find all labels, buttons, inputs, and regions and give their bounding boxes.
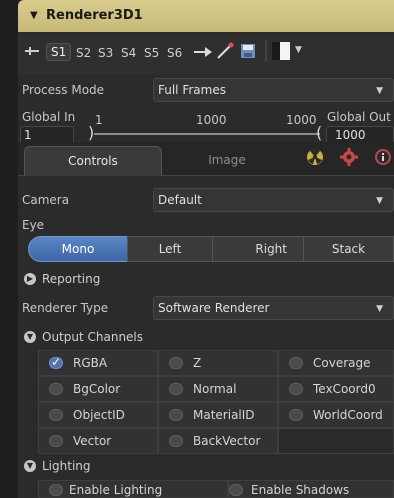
checkbox-icon (49, 383, 63, 395)
reporting-section[interactable]: ▶ Reporting (22, 272, 142, 288)
slot-s6-button[interactable]: S6 (167, 46, 182, 60)
enable-lighting-label: Enable Lighting (69, 483, 163, 497)
arrow-right-icon[interactable] (193, 45, 213, 62)
channel-coverage-checkbox[interactable]: Coverage (278, 350, 394, 376)
tab-bar: Controls Image (18, 142, 394, 176)
tab-controls[interactable]: Controls (24, 146, 162, 176)
renderer-type-label: Renderer Type (22, 301, 109, 315)
global-in-label: Global In (22, 110, 76, 124)
channel-vector-checkbox[interactable]: Vector (38, 428, 158, 454)
renderer-type-dropdown[interactable]: Software Renderer ▼ (153, 296, 394, 320)
enable-shadows-checkbox[interactable]: Enable Shadows (228, 480, 394, 498)
radioactive-icon[interactable] (300, 148, 330, 178)
left-edge-strip (0, 0, 18, 498)
process-mode-dropdown[interactable]: Full Frames ▼ (153, 78, 394, 102)
collapse-triangle-icon: ▼ (24, 331, 36, 343)
global-out-value: 1000 (335, 128, 366, 142)
global-out-label: Global Out (327, 110, 391, 124)
output-channels-section[interactable]: ▼ Output Channels (22, 330, 192, 346)
checkbox-icon (49, 435, 63, 447)
process-mode-value: Full Frames (158, 83, 226, 97)
channel-label: BgColor (73, 382, 121, 396)
checkbox-icon (49, 409, 63, 421)
channel-label: Z (193, 356, 202, 370)
expand-triangle-icon: ▶ (24, 273, 36, 285)
checkbox-icon (49, 484, 63, 496)
info-icon[interactable] (368, 148, 394, 178)
eye-stack-button[interactable]: Stack (303, 236, 394, 262)
camera-dropdown[interactable]: Default ▼ (153, 188, 394, 212)
eye-right-button[interactable]: Right (212, 236, 304, 262)
camera-label: Camera (22, 193, 70, 207)
global-range-slider[interactable]: ) ( (88, 123, 326, 144)
channel-label: TexCoord0 (313, 382, 376, 396)
color-channel-icon[interactable] (272, 42, 292, 63)
range-start-handle[interactable]: ) (88, 123, 94, 142)
chevron-down-icon: ▼ (376, 86, 383, 96)
picker-icon[interactable] (216, 42, 236, 63)
gear-icon[interactable] (334, 148, 364, 178)
channel-empty-cell (278, 428, 394, 454)
channel-materialid-checkbox[interactable]: MaterialID (158, 402, 278, 428)
eye-label: Eye (22, 218, 45, 232)
channel-worldcoord-checkbox[interactable]: WorldCoord (278, 402, 394, 428)
channel-label: ObjectID (73, 408, 125, 422)
checkbox-icon (169, 409, 183, 421)
slot-s4-button[interactable]: S4 (121, 46, 136, 60)
checkbox-icon (289, 357, 303, 369)
channel-label: BackVector (193, 434, 261, 448)
channel-bgcolor-checkbox[interactable]: BgColor (38, 376, 158, 402)
global-in-value: 1 (24, 128, 32, 142)
process-mode-label: Process Mode (22, 83, 105, 97)
renderer-type-value: Software Renderer (158, 301, 270, 315)
checkbox-icon (169, 435, 183, 447)
checkbox-icon (289, 409, 303, 421)
channel-label: WorldCoord (313, 408, 383, 422)
channel-texcoord0-checkbox[interactable]: TexCoord0 (278, 376, 394, 402)
slot-s3-button[interactable]: S3 (98, 46, 113, 60)
checkbox-icon (229, 484, 243, 496)
channel-normal-checkbox[interactable]: Normal (158, 376, 278, 402)
chevron-down-icon: ▼ (376, 304, 383, 314)
chevron-down-icon: ▼ (376, 196, 383, 206)
channel-label: RGBA (73, 356, 108, 370)
save-icon[interactable] (240, 43, 256, 62)
range-end-handle[interactable]: ( (316, 123, 322, 142)
tool-title: Renderer3D1 (46, 8, 143, 23)
collapse-triangle-icon[interactable]: ▼ (30, 10, 38, 21)
channel-label: Coverage (313, 356, 371, 370)
tab-image[interactable]: Image (178, 146, 276, 176)
pin-icon[interactable] (24, 45, 40, 60)
channel-objectid-checkbox[interactable]: ObjectID (38, 402, 158, 428)
channel-label: Normal (193, 382, 237, 396)
toolbar: S1 S2 S3 S4 S5 S6 ▼ (18, 34, 394, 74)
eye-left-button[interactable]: Left (127, 236, 213, 262)
eye-mono-button[interactable]: Mono (28, 236, 128, 262)
chevron-down-icon[interactable]: ▼ (295, 45, 302, 55)
enable-shadows-label: Enable Shadows (251, 483, 350, 497)
checkbox-icon (169, 357, 183, 369)
camera-value: Default (158, 193, 202, 207)
output-channels-label: Output Channels (42, 330, 144, 344)
checkbox-icon (289, 383, 303, 395)
channel-label: Vector (73, 434, 112, 448)
slot-s2-button[interactable]: S2 (76, 46, 91, 60)
checkbox-icon (169, 383, 183, 395)
channel-z-checkbox[interactable]: Z (158, 350, 278, 376)
lighting-label: Lighting (42, 459, 91, 473)
channel-rgba-checkbox[interactable]: RGBA (38, 350, 158, 376)
enable-lighting-checkbox[interactable]: Enable Lighting (38, 480, 228, 498)
channel-backvector-checkbox[interactable]: BackVector (158, 428, 278, 454)
toolbar-divider (264, 40, 268, 65)
reporting-label: Reporting (42, 272, 101, 286)
slot-s1-button[interactable]: S1 (46, 43, 72, 61)
collapse-triangle-icon: ▼ (24, 460, 36, 472)
channel-label: MaterialID (193, 408, 255, 422)
checkbox-icon (49, 355, 63, 369)
lighting-section[interactable]: ▼ Lighting (22, 459, 142, 475)
tool-header[interactable]: ▼ Renderer3D1 (18, 0, 394, 32)
slot-s5-button[interactable]: S5 (144, 46, 159, 60)
